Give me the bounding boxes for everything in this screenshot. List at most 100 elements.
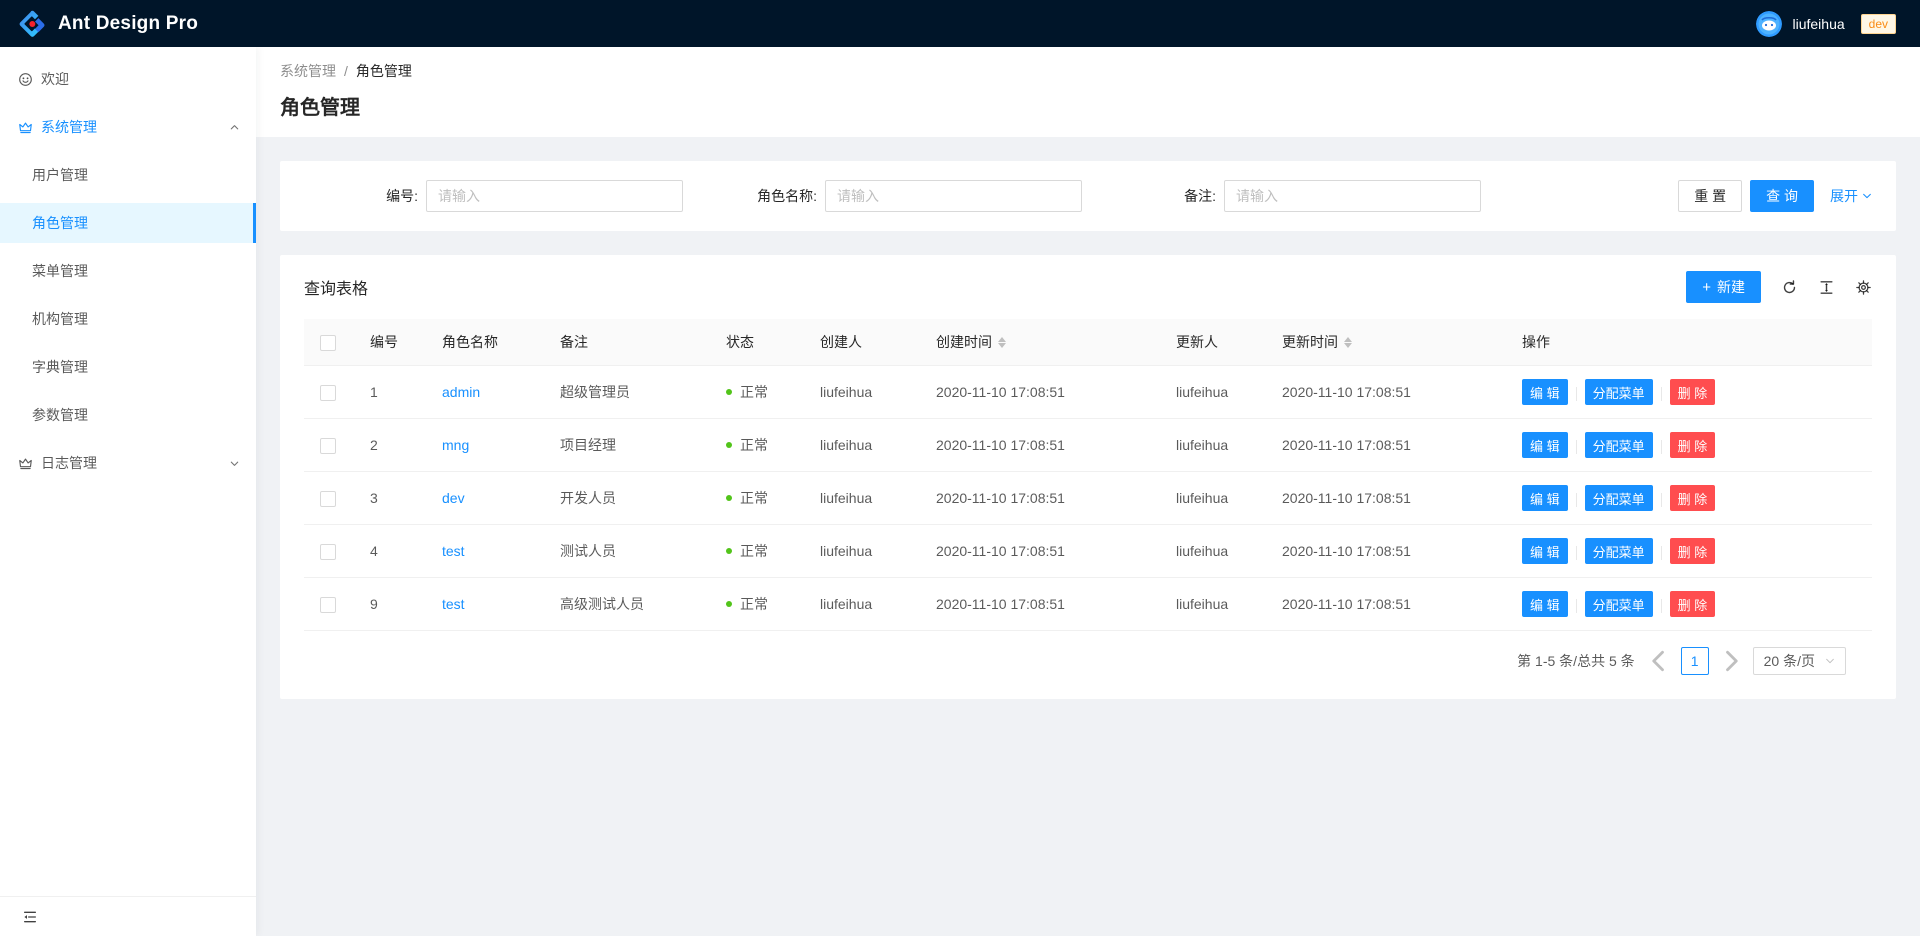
sidebar-item-menu-management[interactable]: 菜单管理	[0, 251, 256, 291]
delete-button[interactable]: 删 除	[1670, 379, 1716, 405]
edit-button[interactable]: 编 辑	[1522, 485, 1568, 511]
role-name-link[interactable]: test	[442, 596, 465, 612]
page-size-select[interactable]: 20 条/页	[1753, 647, 1846, 675]
assign-menu-button[interactable]: 分配菜单	[1585, 538, 1653, 564]
column-header-update-time[interactable]: 更新时间	[1266, 319, 1506, 366]
role-name-link[interactable]: dev	[442, 490, 465, 506]
update-time-cell: 2020-11-10 17:08:51	[1266, 472, 1506, 525]
expand-toggle[interactable]: 展开	[1830, 186, 1872, 206]
status-dot-icon	[726, 601, 732, 607]
query-button[interactable]: 查 询	[1750, 180, 1814, 212]
sorter-icon[interactable]	[998, 337, 1006, 348]
reset-button[interactable]: 重 置	[1678, 180, 1742, 212]
sidebar-item-org-management[interactable]: 机构管理	[0, 299, 256, 339]
role-id-cell: 9	[354, 578, 426, 631]
creator-cell: liufeihua	[804, 472, 920, 525]
prev-page-button[interactable]	[1645, 647, 1673, 675]
settings-gear-icon[interactable]	[1855, 279, 1872, 296]
status-badge: 正常	[740, 594, 768, 614]
page-number-1[interactable]: 1	[1681, 647, 1709, 675]
breadcrumb-current: 角色管理	[356, 61, 412, 81]
delete-button[interactable]: 删 除	[1670, 591, 1716, 617]
page-size-value: 20 条/页	[1764, 651, 1815, 671]
plus-icon: +	[1702, 280, 1711, 295]
row-checkbox[interactable]	[320, 491, 336, 507]
remark-input[interactable]	[1224, 180, 1481, 212]
delete-button[interactable]: 删 除	[1670, 432, 1716, 458]
user-avatar[interactable]	[1756, 11, 1782, 37]
assign-menu-button[interactable]: 分配菜单	[1585, 485, 1653, 511]
creator-cell: liufeihua	[804, 578, 920, 631]
status-dot-icon	[726, 495, 732, 501]
chevron-up-icon	[229, 122, 240, 133]
role-name-link[interactable]: test	[442, 543, 465, 559]
sidebar-item-welcome[interactable]: 欢迎	[0, 59, 256, 99]
update-time-cell: 2020-11-10 17:08:51	[1266, 366, 1506, 419]
status-badge: 正常	[740, 382, 768, 402]
sidebar-item-system-management[interactable]: 系统管理	[0, 107, 256, 147]
chevron-down-icon	[1825, 656, 1835, 666]
edit-button[interactable]: 编 辑	[1522, 432, 1568, 458]
role-name-link[interactable]: mng	[442, 437, 469, 453]
row-checkbox[interactable]	[320, 544, 336, 560]
username[interactable]: liufeihua	[1792, 16, 1844, 32]
sidebar-item-label: 用户管理	[32, 165, 88, 185]
sidebar-item-label: 欢迎	[41, 69, 69, 89]
breadcrumb-parent[interactable]: 系统管理	[280, 61, 336, 81]
new-button[interactable]: + 新建	[1686, 271, 1761, 303]
assign-menu-button[interactable]: 分配菜单	[1585, 591, 1653, 617]
chevron-down-icon	[229, 458, 240, 469]
edit-button[interactable]: 编 辑	[1522, 538, 1568, 564]
row-checkbox[interactable]	[320, 597, 336, 613]
expand-label: 展开	[1830, 186, 1858, 206]
edit-button[interactable]: 编 辑	[1522, 591, 1568, 617]
table-card: 查询表格 + 新建	[280, 255, 1896, 699]
divider	[1661, 546, 1662, 560]
brand[interactable]: Ant Design Pro	[18, 10, 198, 38]
updater-cell: liufeihua	[1160, 472, 1266, 525]
ant-design-logo-icon	[18, 10, 46, 38]
updater-cell: liufeihua	[1160, 366, 1266, 419]
column-height-icon[interactable]	[1818, 279, 1835, 296]
sidebar-item-log-management[interactable]: 日志管理	[0, 443, 256, 483]
next-page-button[interactable]	[1717, 647, 1745, 675]
status-dot-icon	[726, 548, 732, 554]
sorter-icon[interactable]	[1344, 337, 1352, 348]
sidebar-item-label: 角色管理	[32, 213, 88, 233]
assign-menu-button[interactable]: 分配菜单	[1585, 432, 1653, 458]
sidebar-collapse-trigger[interactable]	[0, 896, 256, 936]
sidebar-item-param-management[interactable]: 参数管理	[0, 395, 256, 435]
assign-menu-button[interactable]: 分配菜单	[1585, 379, 1653, 405]
role-name-link[interactable]: admin	[442, 384, 480, 400]
creator-cell: liufeihua	[804, 419, 920, 472]
column-header-create-time[interactable]: 创建时间	[920, 319, 1160, 366]
breadcrumb-separator: /	[344, 63, 348, 79]
role-name-input[interactable]	[825, 180, 1082, 212]
divider	[1576, 599, 1577, 613]
search-actions: 重 置 查 询 展开	[1678, 180, 1872, 212]
page-header: 系统管理 / 角色管理 角色管理	[256, 47, 1920, 137]
sidebar-item-role-management[interactable]: 角色管理	[0, 203, 256, 243]
sidebar-item-label: 系统管理	[41, 117, 97, 137]
column-header-creator: 创建人	[804, 319, 920, 366]
delete-button[interactable]: 删 除	[1670, 485, 1716, 511]
role-remark-cell: 超级管理员	[544, 366, 710, 419]
pagination: 第 1-5 条/总共 5 条 1 20 条/页	[280, 631, 1896, 691]
row-checkbox[interactable]	[320, 385, 336, 401]
column-header-label: 更新时间	[1282, 332, 1338, 352]
crown-icon	[18, 456, 33, 471]
divider	[1576, 387, 1577, 401]
sidebar-item-user-management[interactable]: 用户管理	[0, 155, 256, 195]
reload-icon[interactable]	[1781, 279, 1798, 296]
edit-button[interactable]: 编 辑	[1522, 379, 1568, 405]
field-label-id: 编号:	[304, 186, 418, 206]
column-header-label: 创建时间	[936, 332, 992, 352]
header-user-area[interactable]: liufeihua dev	[1756, 11, 1896, 37]
id-input[interactable]	[426, 180, 683, 212]
sidebar-item-dict-management[interactable]: 字典管理	[0, 347, 256, 387]
column-header-updater: 更新人	[1160, 319, 1266, 366]
row-checkbox[interactable]	[320, 438, 336, 454]
select-all-checkbox[interactable]	[320, 335, 336, 351]
updater-cell: liufeihua	[1160, 419, 1266, 472]
delete-button[interactable]: 删 除	[1670, 538, 1716, 564]
